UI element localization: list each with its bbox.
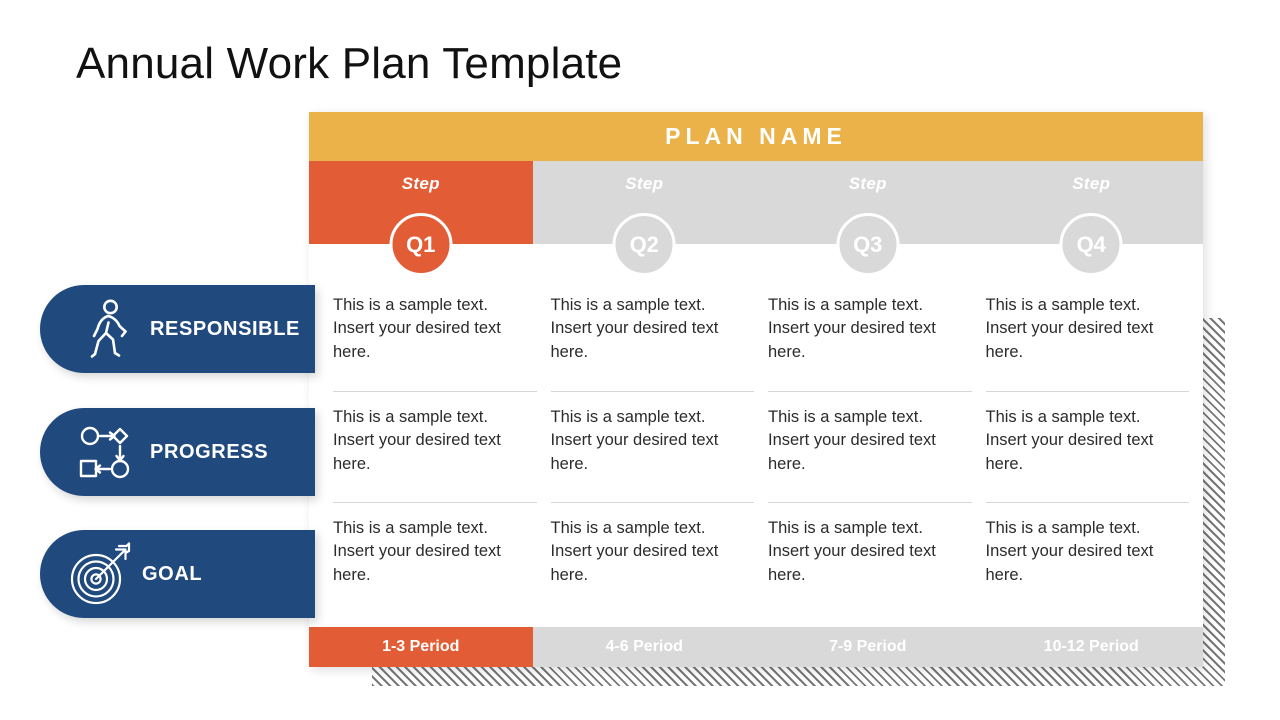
- cell-text: This is a sample text. Insert your desir…: [985, 519, 1154, 584]
- plan-name-label: PLAN NAME: [665, 123, 847, 149]
- cell-text: This is a sample text. Insert your desir…: [333, 408, 501, 473]
- category-pill-responsible[interactable]: RESPONSIBLE: [40, 285, 315, 373]
- cell-text: This is a sample text. Insert your desir…: [333, 296, 501, 361]
- period-row: 1-3 Period 4-6 Period 7-9 Period 10-12 P…: [309, 627, 1203, 667]
- plan-name-header: PLAN NAME: [309, 112, 1203, 161]
- plan-card: PLAN NAME Step Q1 Step Q2 Step Q3 Step Q…: [309, 112, 1203, 667]
- cell-text: This is a sample text. Insert your desir…: [768, 408, 936, 473]
- cell-text: This is a sample text. Insert your desir…: [550, 519, 719, 584]
- period-cell-7-9[interactable]: 7-9 Period: [756, 627, 980, 667]
- cell-text: This is a sample text. Insert your desir…: [768, 296, 936, 361]
- cell-progress-q4[interactable]: This is a sample text. Insert your desir…: [985, 391, 1204, 502]
- cell-responsible-q2[interactable]: This is a sample text. Insert your desir…: [551, 280, 769, 391]
- target-arrow-icon: [66, 542, 138, 606]
- step-column-q4[interactable]: Step Q4: [979, 161, 1203, 276]
- page-title: Annual Work Plan Template: [76, 39, 623, 88]
- content-rows: This is a sample text. Insert your desir…: [309, 244, 1203, 613]
- step-column-q1[interactable]: Step Q1: [309, 161, 533, 276]
- cell-goal-q1[interactable]: This is a sample text. Insert your desir…: [309, 502, 551, 613]
- table-row: This is a sample text. Insert your desir…: [309, 391, 1203, 502]
- step-circle-q1[interactable]: Q1: [389, 213, 453, 276]
- cell-responsible-q4[interactable]: This is a sample text. Insert your desir…: [986, 280, 1204, 391]
- step-label-q4: Step: [1072, 174, 1111, 193]
- walking-person-icon: [74, 298, 146, 360]
- table-row: This is a sample text. Insert your desir…: [309, 280, 1203, 391]
- flowchart-icon: [74, 424, 146, 480]
- period-cell-1-3[interactable]: 1-3 Period: [309, 627, 533, 667]
- step-circle-q2[interactable]: Q2: [612, 213, 676, 276]
- step-band: Step Q1 Step Q2 Step Q3 Step Q4: [309, 161, 1203, 276]
- cell-text: This is a sample text. Insert your desir…: [550, 408, 719, 473]
- cell-text: This is a sample text. Insert your desir…: [985, 296, 1154, 361]
- step-label-q3: Step: [848, 174, 887, 193]
- step-column-q2[interactable]: Step Q2: [532, 161, 756, 276]
- period-cell-4-6[interactable]: 4-6 Period: [532, 627, 756, 667]
- cell-text: This is a sample text. Insert your desir…: [768, 519, 936, 584]
- cell-text: This is a sample text. Insert your desir…: [333, 519, 501, 584]
- cell-progress-q3[interactable]: This is a sample text. Insert your desir…: [768, 391, 986, 502]
- category-pill-label: PROGRESS: [150, 440, 269, 463]
- cell-responsible-q1[interactable]: This is a sample text. Insert your desir…: [309, 280, 551, 391]
- cell-goal-q2[interactable]: This is a sample text. Insert your desir…: [550, 502, 769, 613]
- table-row: This is a sample text. Insert your desir…: [309, 502, 1203, 613]
- cell-text: This is a sample text. Insert your desir…: [550, 296, 719, 361]
- category-pill-label: RESPONSIBLE: [150, 317, 300, 340]
- category-pill-progress[interactable]: PROGRESS: [40, 408, 315, 496]
- step-circle-q3[interactable]: Q3: [836, 213, 900, 276]
- cell-goal-q4[interactable]: This is a sample text. Insert your desir…: [985, 502, 1204, 613]
- cell-responsible-q3[interactable]: This is a sample text. Insert your desir…: [768, 280, 986, 391]
- step-label-q2: Step: [625, 174, 664, 193]
- category-pill-goal[interactable]: GOAL: [40, 530, 315, 618]
- step-column-q3[interactable]: Step Q3: [756, 161, 980, 276]
- period-cell-10-12[interactable]: 10-12 Period: [979, 627, 1203, 667]
- cell-goal-q3[interactable]: This is a sample text. Insert your desir…: [768, 502, 986, 613]
- cell-progress-q1[interactable]: This is a sample text. Insert your desir…: [309, 391, 551, 502]
- category-pill-label: GOAL: [142, 562, 203, 585]
- cell-text: This is a sample text. Insert your desir…: [985, 408, 1154, 473]
- cell-progress-q2[interactable]: This is a sample text. Insert your desir…: [550, 391, 769, 502]
- step-circle-q4[interactable]: Q4: [1059, 213, 1123, 276]
- step-label-q1: Step: [401, 174, 440, 193]
